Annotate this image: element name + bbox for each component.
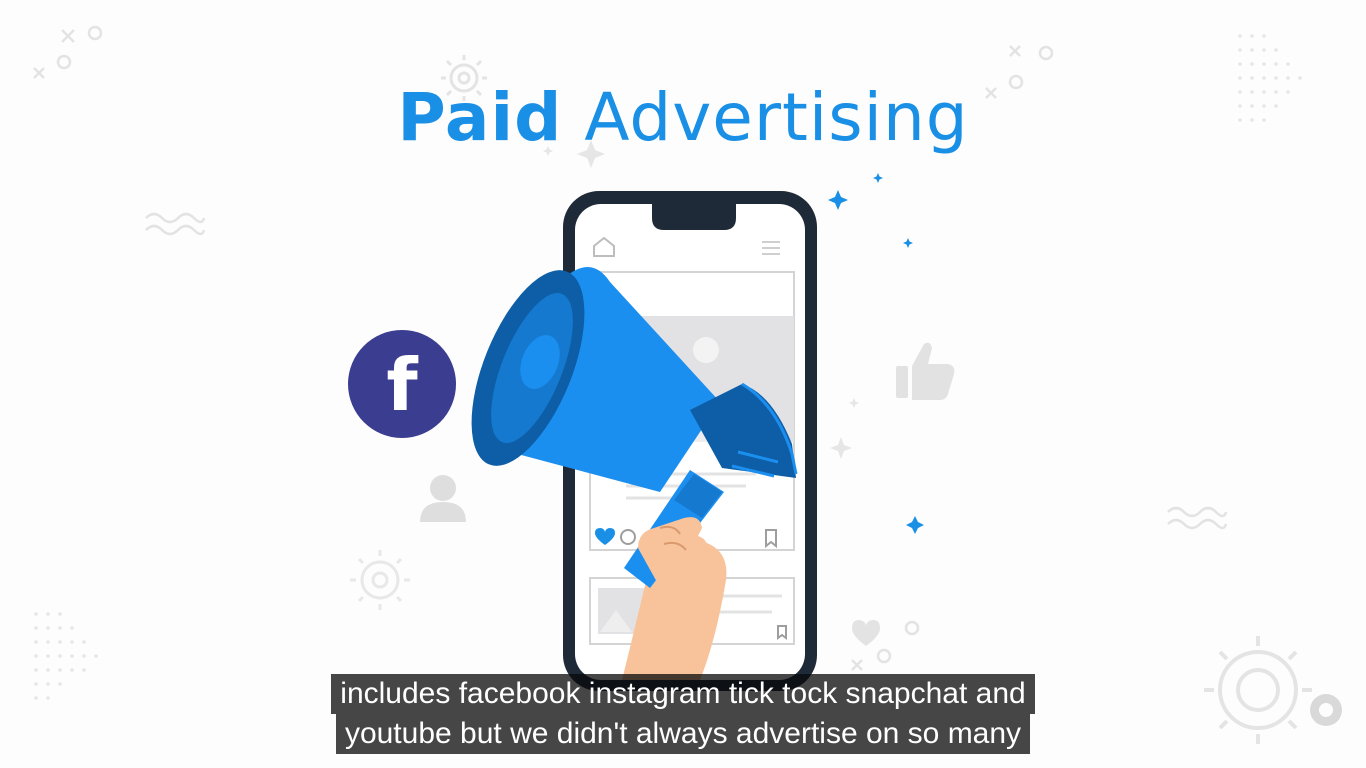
sparkle-decor xyxy=(828,173,924,534)
heart-icon xyxy=(852,620,880,646)
subtitle-captions: includes facebook instagram tick tock sn… xyxy=(0,674,1366,754)
page-title: Paid Advertising xyxy=(0,78,1366,158)
title-bold: Paid xyxy=(397,79,563,156)
facebook-icon: f xyxy=(348,330,456,438)
title-light: Advertising xyxy=(584,79,969,156)
caption-line: includes facebook instagram tick tock sn… xyxy=(331,674,1035,714)
thumbs-up-icon xyxy=(896,342,955,400)
gear-icon xyxy=(350,550,410,610)
caption-line: youtube but we didn't always advertise o… xyxy=(335,714,1031,754)
video-frame: f Paid Advertising includes facebook inst… xyxy=(0,0,1366,768)
user-icon xyxy=(420,475,466,522)
facebook-glyph: f xyxy=(386,343,418,427)
